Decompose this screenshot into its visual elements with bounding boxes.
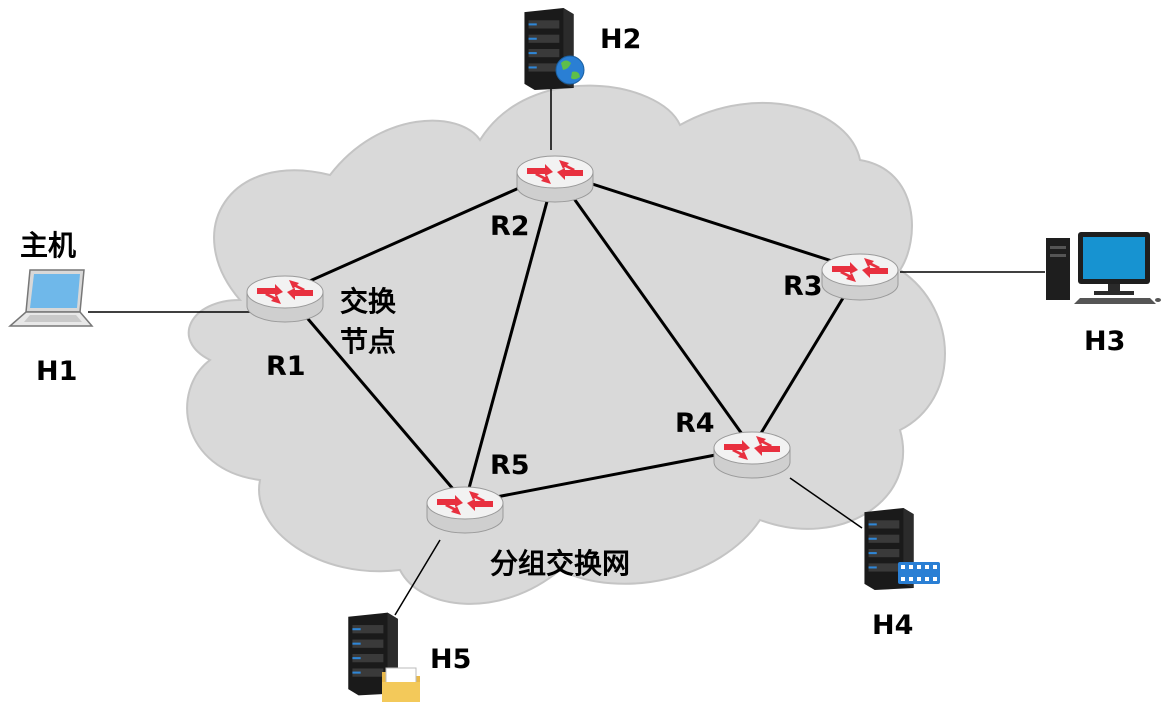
h2-label: H2 bbox=[600, 24, 642, 55]
r4-label: R4 bbox=[675, 408, 715, 439]
network-diagram: 主机 H1 H2 H3 H4 H5 R1 R2 R3 R4 R5 交换 节点 分… bbox=[0, 0, 1162, 704]
switch-node-label-line1: 交换 bbox=[340, 285, 397, 318]
r5-label: R5 bbox=[490, 450, 530, 481]
h1-label: H1 bbox=[36, 356, 78, 387]
r2-label: R2 bbox=[490, 211, 530, 242]
laptop-icon[interactable] bbox=[8, 269, 94, 327]
host-title-label: 主机 bbox=[20, 229, 77, 262]
switch-node-label-line2: 节点 bbox=[340, 325, 397, 358]
router-icon[interactable] bbox=[713, 431, 791, 479]
h3-label: H3 bbox=[1084, 326, 1126, 357]
h5-label: H5 bbox=[430, 644, 472, 675]
router-icon[interactable] bbox=[246, 275, 324, 323]
diagram-canvas bbox=[8, 8, 1161, 702]
video-server-icon[interactable] bbox=[864, 508, 940, 590]
router-icon[interactable] bbox=[516, 155, 594, 203]
network-label: 分组交换网 bbox=[490, 547, 631, 580]
desktop-computer-icon[interactable] bbox=[1046, 232, 1161, 304]
file-server-icon[interactable] bbox=[348, 612, 420, 702]
router-icon[interactable] bbox=[821, 253, 899, 301]
h4-label: H4 bbox=[872, 610, 914, 641]
router-icon[interactable] bbox=[426, 486, 504, 534]
r1-label: R1 bbox=[266, 351, 306, 382]
r3-label: R3 bbox=[783, 271, 823, 302]
web-server-icon[interactable] bbox=[524, 8, 585, 90]
